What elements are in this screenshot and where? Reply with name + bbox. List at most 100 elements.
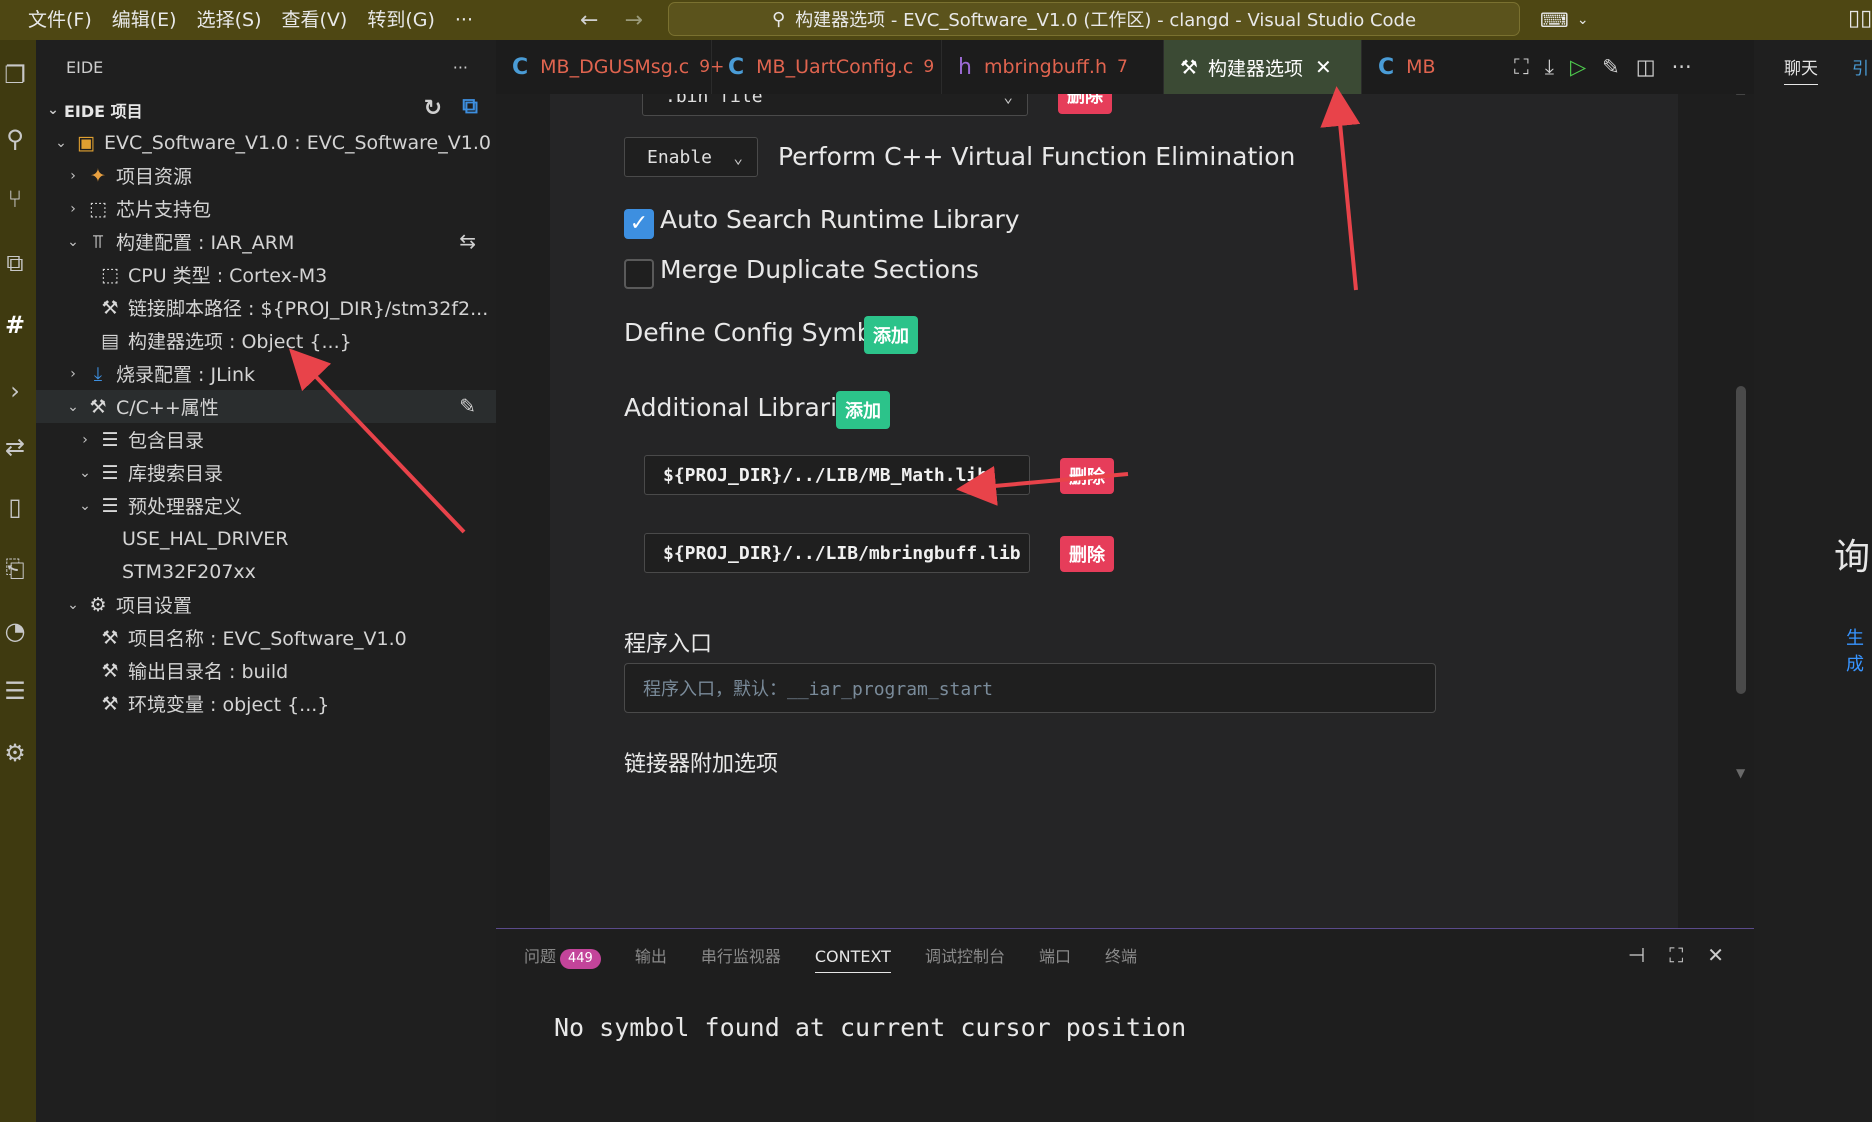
- chat-link[interactable]: 生成: [1846, 624, 1872, 676]
- command-center[interactable]: ⚲ 构建器选项 - EVC_Software_V1.0 (工作区) - clan…: [668, 2, 1520, 36]
- maximize-icon[interactable]: ⛶: [1669, 943, 1683, 967]
- menu-go[interactable]: 转到(G): [357, 0, 445, 40]
- tree-item-project-resources[interactable]: › ✦ 项目资源: [36, 159, 496, 192]
- menu-more[interactable]: ···: [445, 0, 483, 40]
- output-format-select[interactable]: .bin file ⌄: [642, 94, 1028, 116]
- tab-mb-uartconfig[interactable]: C MB_UartConfig.c 9: [712, 40, 942, 94]
- plugin-icon[interactable]: ⚙: [0, 738, 30, 768]
- clean-icon[interactable]: ✎: [1602, 55, 1620, 79]
- notes-icon[interactable]: ☰: [0, 676, 30, 706]
- tab-mb-dgusmsg[interactable]: C MB_DGUSMsg.c 9+: [496, 40, 724, 94]
- tree-item-build-config[interactable]: ⌄ ⫪ 构建配置 : IAR_ARM ⇆: [36, 225, 496, 258]
- delete-button[interactable]: 删除: [1058, 94, 1112, 114]
- eide-project-section[interactable]: ⌄ EIDE 项目 ↻ ⧉: [36, 94, 496, 126]
- tree-item-env-vars[interactable]: ⚒ 环境变量 : object {...}: [36, 687, 496, 720]
- panel-tab-ports[interactable]: 端口: [1039, 929, 1071, 985]
- edit-properties-icon[interactable]: ✎: [459, 394, 476, 418]
- close-icon[interactable]: ✕: [1315, 55, 1332, 79]
- tree-item-chip-support[interactable]: › ⬚ 芯片支持包: [36, 192, 496, 225]
- library-path-input[interactable]: ${PROJ_DIR}/../LIB/MB_Math.lib: [644, 455, 1030, 495]
- tree-item-define-use-hal[interactable]: USE_HAL_DRIVER: [36, 522, 496, 555]
- context-output-text: No symbol found at current cursor positi…: [554, 1013, 1187, 1042]
- tree-item-cpp-properties[interactable]: ⌄ ⚒ C/C++属性 ✎: [36, 390, 496, 423]
- tree-item-lib-dirs[interactable]: ⌄ ☰ 库搜索目录: [36, 456, 496, 489]
- tree-item-project-name[interactable]: ⚒ 项目名称 : EVC_Software_V1.0: [36, 621, 496, 654]
- panel-tab-context[interactable]: CONTEXT: [814, 929, 892, 985]
- editor-scrollbar-thumb[interactable]: [1736, 386, 1746, 694]
- search-icon[interactable]: ⚲: [0, 124, 30, 154]
- back-arrow-icon[interactable]: ←: [580, 8, 598, 33]
- source-control-icon[interactable]: ⑂: [0, 184, 30, 214]
- chevron-right-icon: ›: [82, 431, 88, 448]
- panel-tab-serial-monitor[interactable]: 串行监视器: [701, 929, 781, 985]
- menu-view[interactable]: 查看(V): [272, 0, 358, 40]
- extensions-icon[interactable]: ⧉: [0, 248, 30, 278]
- select-value: Enable: [647, 146, 713, 168]
- auto-search-checkbox[interactable]: ✓: [624, 209, 654, 239]
- panel-tab-output[interactable]: 输出: [635, 929, 667, 985]
- run-icon[interactable]: ▷: [1570, 55, 1586, 79]
- close-icon[interactable]: ✕: [1707, 943, 1724, 967]
- tab-mbringbuff-h[interactable]: h mbringbuff.h 7: [942, 40, 1164, 94]
- terminal-icon[interactable]: ›: [0, 376, 30, 406]
- chevron-right-icon: ›: [70, 200, 76, 217]
- workspace-config-icon[interactable]: ⧉: [462, 94, 478, 119]
- tree-item-output-dir[interactable]: ⚒ 输出目录名 : build: [36, 654, 496, 687]
- library-path-input[interactable]: ${PROJ_DIR}/../LIB/mbringbuff.lib: [644, 533, 1030, 573]
- split-editor-icon[interactable]: ◫: [1636, 55, 1656, 79]
- vfe-select[interactable]: Enable ⌄: [624, 137, 758, 177]
- add-library-button[interactable]: 添加: [836, 391, 890, 429]
- layout-toggle-icon[interactable]: ▯▯: [1848, 6, 1872, 31]
- book-icon[interactable]: ▯: [0, 492, 30, 522]
- program-entry-input[interactable]: 程序入口，默认：__iar_program_start: [624, 663, 1436, 713]
- forward-arrow-icon[interactable]: →: [624, 8, 642, 33]
- tree-item-cpu-type[interactable]: ⬚ CPU 类型 : Cortex-M3: [36, 258, 496, 291]
- download-icon[interactable]: ⤓: [1545, 55, 1554, 80]
- clipboard-icon[interactable]: ⎗: [0, 554, 30, 584]
- delete-library-button[interactable]: 删除: [1060, 536, 1114, 572]
- menu-file[interactable]: 文件(F): [18, 0, 102, 40]
- wrench-icon: ⚒: [1180, 55, 1198, 79]
- aux-tab-truncated[interactable]: 引: [1852, 54, 1869, 79]
- more-actions-icon[interactable]: ···: [1672, 55, 1692, 79]
- c-file-icon: C: [728, 54, 745, 80]
- switch-config-icon[interactable]: ⇆: [459, 229, 476, 253]
- scroll-down-arrow-icon[interactable]: ▼: [1736, 766, 1745, 780]
- sidebar-more-icon[interactable]: ···: [453, 58, 468, 77]
- panel-tab-terminal[interactable]: 终端: [1105, 929, 1137, 985]
- chevron-down-icon[interactable]: ⌄: [1577, 12, 1589, 28]
- explorer-icon[interactable]: ❐: [0, 60, 30, 90]
- tree-item-project-root[interactable]: ⌄ ▣ EVC_Software_V1.0 : EVC_Software_V1.…: [36, 126, 496, 159]
- tree-item-define-stm32[interactable]: STM32F207xx: [36, 555, 496, 588]
- merge-sections-checkbox[interactable]: [624, 259, 654, 289]
- palette-icon[interactable]: ◔: [0, 616, 30, 646]
- panel-tab-debug-console[interactable]: 调试控制台: [925, 929, 1005, 985]
- chevron-down-icon: ⌄: [47, 102, 59, 118]
- menu-selection[interactable]: 选择(S): [187, 0, 272, 40]
- copilot-icon[interactable]: ⌨: [1540, 8, 1569, 32]
- remote-icon[interactable]: ⇄: [0, 432, 30, 462]
- tab-mb-truncated[interactable]: C MB: [1362, 40, 1442, 94]
- tab-builder-options[interactable]: ⚒ 构建器选项 ✕: [1164, 40, 1362, 94]
- scroll-up-arrow-icon[interactable]: ▲: [1736, 94, 1745, 96]
- tree-item-label: 构建配置 : IAR_ARM: [116, 232, 295, 254]
- chevron-down-icon: ⌄: [67, 596, 79, 613]
- delete-library-button[interactable]: 删除: [1060, 458, 1114, 494]
- tree-item-flash-config[interactable]: › ⤓ 烧录配置 : JLink: [36, 357, 496, 390]
- panel-tab-problems[interactable]: 问题 449: [524, 929, 601, 985]
- chat-tab[interactable]: 聊天: [1784, 54, 1818, 85]
- add-symbol-button[interactable]: 添加: [864, 316, 918, 354]
- build-icon[interactable]: ⛶: [1514, 55, 1529, 80]
- menu-edit[interactable]: 编辑(E): [102, 0, 187, 40]
- tree-item-include-dirs[interactable]: › ☰ 包含目录: [36, 423, 496, 456]
- eide-icon[interactable]: #: [0, 310, 30, 340]
- tree-item-builder-options[interactable]: ▤ 构建器选项 : Object {...}: [36, 324, 496, 357]
- refresh-icon[interactable]: ↻: [424, 96, 442, 121]
- sidebar: EIDE ··· ⌄ EIDE 项目 ↻ ⧉ ⌄ ▣ EVC_Software_…: [36, 40, 496, 1122]
- pin-icon[interactable]: ⊣: [1628, 943, 1645, 967]
- tree-item-project-settings[interactable]: ⌄ ⚙ 项目设置: [36, 588, 496, 621]
- tree-item-preprocessor-defs[interactable]: ⌄ ☰ 预处理器定义: [36, 489, 496, 522]
- chevron-down-icon: ⌄: [1003, 94, 1013, 106]
- tree-item-linker-script[interactable]: ⚒ 链接脚本路径 : ${PROJ_DIR}/stm32f2...: [36, 291, 496, 324]
- tree-item-label: STM32F207xx: [122, 560, 256, 583]
